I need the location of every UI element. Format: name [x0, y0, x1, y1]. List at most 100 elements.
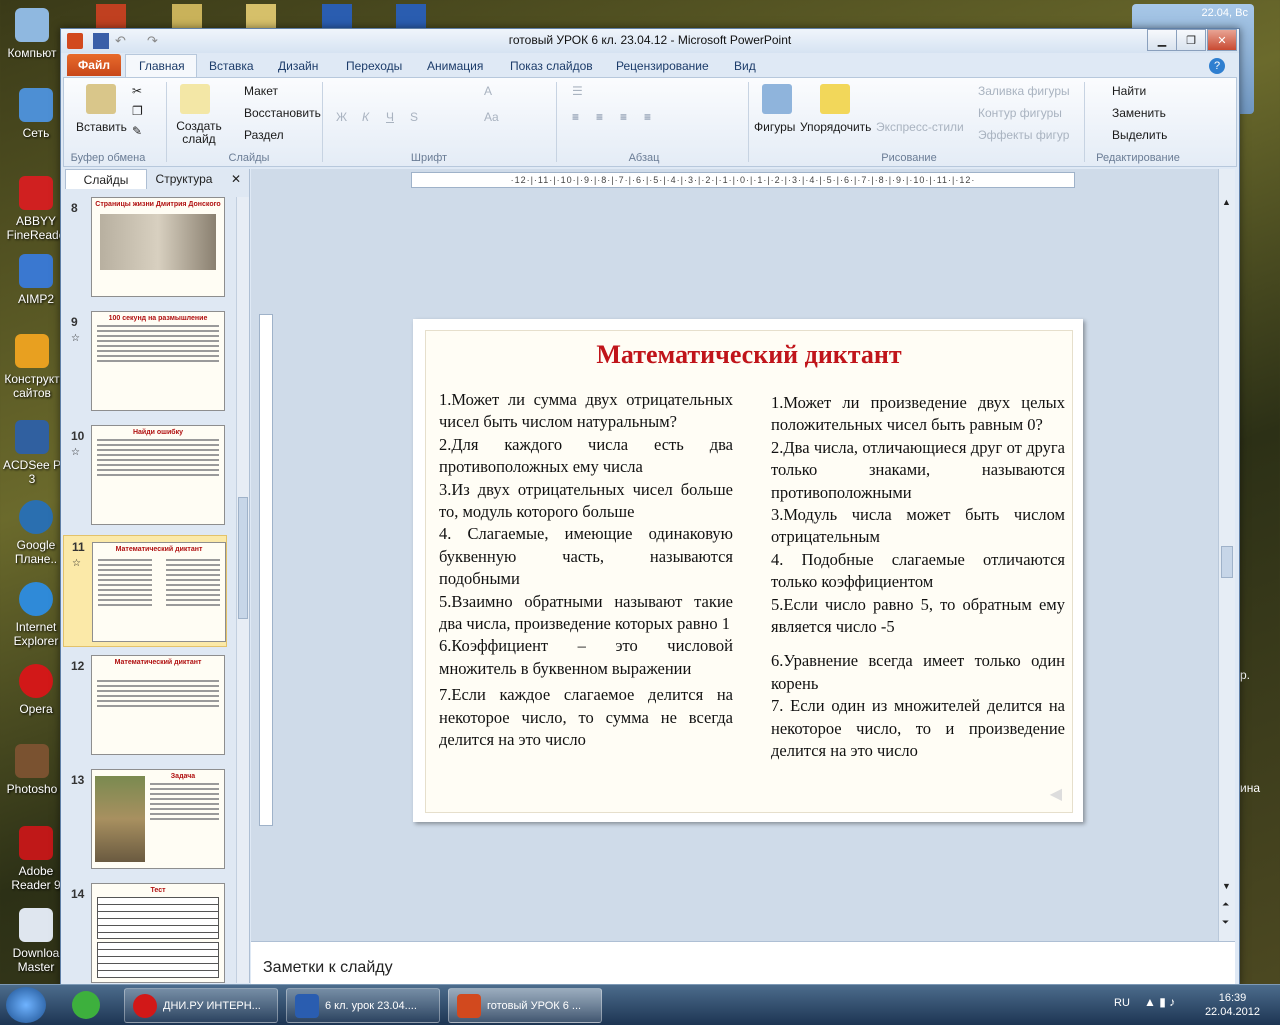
tab-home-label[interactable]: Главная — [139, 59, 185, 73]
shape-fill-button[interactable]: Заливка фигуры — [978, 84, 1070, 98]
arrange-icon[interactable] — [820, 84, 850, 114]
new-slide-icon[interactable] — [180, 84, 210, 114]
desktop-icon-network[interactable]: Сеть — [4, 88, 68, 140]
shape-outline-button[interactable]: Контур фигуры — [978, 106, 1062, 120]
format-painter-icon[interactable]: ✎ — [132, 124, 142, 138]
strikethrough-button[interactable]: S — [410, 110, 418, 124]
thumbnail-row[interactable]: 8 Страницы жизни Дмитрия Донского — [63, 197, 233, 307]
close-button[interactable]: ✕ — [1207, 29, 1237, 51]
slide-thumbnail[interactable]: Математический диктант — [92, 542, 226, 642]
slide-title[interactable]: Математический диктант — [426, 340, 1072, 370]
desktop-icon-opera[interactable]: Opera — [4, 664, 68, 716]
font-size-increase-icon[interactable]: A — [484, 84, 492, 98]
editor-scrollbar[interactable]: ▲ ▼ ⏶ ⏷ — [1218, 169, 1235, 941]
tray-icons[interactable]: ▲ ▮ ♪ — [1144, 995, 1175, 1009]
computer-icon — [15, 8, 49, 42]
sound-icon[interactable]: ◀ — [1050, 784, 1062, 804]
italic-button[interactable]: К — [362, 110, 369, 124]
quick-styles-button[interactable]: Экспресс-стили — [876, 120, 964, 134]
tab-design[interactable]: Дизайн — [278, 59, 318, 73]
tab-outline[interactable]: Структура — [147, 169, 221, 188]
desktop-icon-internet-explorer[interactable]: Internet Explorer — [4, 582, 68, 648]
section-button[interactable]: Раздел — [244, 128, 284, 142]
cut-icon[interactable]: ✂ — [132, 84, 142, 98]
tab-slides[interactable]: Слайды — [65, 169, 147, 189]
taskbar-item-word[interactable]: 6 кл. урок 23.04.... — [286, 988, 440, 1023]
desktop-icon-photoshop[interactable]: Photosho — [0, 744, 64, 796]
tab-insert[interactable]: Вставка — [209, 59, 254, 73]
close-pane-icon[interactable]: ✕ — [227, 169, 245, 188]
left-text-column[interactable]: 1.Может ли сумма двух отрицательных чисе… — [439, 389, 733, 752]
shapes-icon[interactable] — [762, 84, 792, 114]
desktop-icon-adobe-reader[interactable]: Adobe Reader 9 — [4, 826, 68, 892]
taskbar-item-opera[interactable]: ДНИ.РУ ИНТЕРН... — [124, 988, 278, 1023]
restore-button[interactable]: ❐ — [1176, 29, 1206, 51]
font-color-icon[interactable]: Aa — [484, 110, 499, 124]
desktop-icon-abbyy[interactable]: ABBYY FineReade — [4, 176, 68, 242]
shapes-button[interactable]: Фигуры — [754, 120, 795, 134]
underline-button[interactable]: Ч — [386, 110, 394, 124]
thumbnail-row[interactable]: 12 Математический диктант — [63, 655, 233, 765]
arrange-button[interactable]: Упорядочить — [800, 120, 871, 134]
slide-thumbnail[interactable]: Математический диктант — [91, 655, 225, 755]
font-name-dropdown[interactable] — [334, 84, 434, 100]
scroll-down-icon[interactable]: ▼ — [1222, 881, 1231, 891]
replace-button[interactable]: Заменить — [1112, 106, 1166, 120]
right-text-column[interactable]: 1.Может ли произведение двух целых полож… — [771, 392, 1065, 763]
align-right-icon[interactable]: ≡ — [620, 110, 627, 124]
thumbnail-row[interactable]: 9 ☆ 100 секунд на размышление — [63, 311, 233, 421]
thumbnail-scrollbar[interactable] — [236, 197, 249, 983]
desktop-icon-download-master[interactable]: Downloa Master — [4, 908, 68, 974]
thumbnail-row[interactable]: 13 Задача — [63, 769, 233, 879]
paste-icon[interactable] — [86, 84, 116, 114]
paste-button[interactable]: Вставить — [76, 120, 127, 134]
tab-review[interactable]: Рецензирование — [616, 59, 709, 73]
taskbar-item-powerpoint[interactable]: готовый УРОК 6 ... — [448, 988, 602, 1023]
tab-file[interactable]: Файл — [67, 54, 121, 76]
bullets-icon[interactable]: ☰ — [572, 84, 583, 98]
icq-icon[interactable] — [72, 991, 100, 1019]
scroll-thumb[interactable] — [238, 497, 248, 619]
bold-button[interactable]: Ж — [336, 110, 347, 124]
language-indicator[interactable]: RU — [1114, 997, 1130, 1009]
reset-button[interactable]: Восстановить — [244, 106, 321, 120]
scroll-up-icon[interactable]: ▲ — [1222, 197, 1231, 207]
align-left-icon[interactable]: ≡ — [572, 110, 579, 124]
notes-placeholder[interactable]: Заметки к слайду — [263, 959, 393, 977]
start-button[interactable] — [6, 987, 46, 1023]
help-icon[interactable]: ? — [1209, 58, 1225, 74]
slide-thumbnail[interactable]: Задача — [91, 769, 225, 869]
shape-effects-button[interactable]: Эффекты фигур — [978, 128, 1069, 142]
desktop-icon-aimp[interactable]: AIMP2 — [4, 254, 68, 306]
layout-button[interactable]: Макет — [244, 84, 278, 98]
desktop-icon-google-earth[interactable]: Google Плане.. — [4, 500, 68, 566]
select-button[interactable]: Выделить — [1112, 128, 1167, 142]
slide-thumbnail[interactable]: Найди ошибку — [91, 425, 225, 525]
slide-thumbnail[interactable]: Тест — [91, 883, 225, 983]
thumbnail-row[interactable]: 14 Тест — [63, 883, 233, 983]
slide-thumbnail[interactable]: Страницы жизни Дмитрия Донского — [91, 197, 225, 297]
new-slide-button[interactable]: Создать слайд — [174, 120, 224, 146]
system-clock[interactable]: 16:39 22.04.2012 — [1205, 991, 1260, 1019]
thumbnail-row[interactable]: 10 ☆ Найди ошибку — [63, 425, 233, 535]
thumbnail-row-selected[interactable]: 11 ☆ Математический диктант — [63, 535, 227, 647]
slide-canvas[interactable]: Математический диктант 1.Может ли сумма … — [413, 319, 1083, 822]
desktop-icon-site-builder[interactable]: Конструкт сайтов — [0, 334, 64, 400]
desktop-icon-acdsee[interactable]: ACDSee P 3 — [0, 420, 64, 486]
notes-pane[interactable]: Заметки к слайду — [251, 941, 1235, 984]
scroll-thumb[interactable] — [1221, 546, 1233, 578]
find-button[interactable]: Найти — [1112, 84, 1146, 98]
previous-slide-icon[interactable]: ⏶ — [1222, 899, 1229, 910]
justify-icon[interactable]: ≡ — [644, 110, 651, 124]
next-slide-icon[interactable]: ⏷ — [1222, 917, 1229, 928]
tab-transitions[interactable]: Переходы — [346, 59, 402, 73]
tab-slideshow[interactable]: Показ слайдов — [510, 59, 593, 73]
slide-thumbnail[interactable]: 100 секунд на размышление — [91, 311, 225, 411]
align-center-icon[interactable]: ≡ — [596, 110, 603, 124]
copy-icon[interactable]: ❐ — [132, 104, 143, 118]
tab-animation[interactable]: Анимация — [427, 59, 483, 73]
minimize-button[interactable]: ▁ — [1147, 29, 1177, 51]
desktop-icon-computer[interactable]: Компьют — [0, 8, 64, 60]
thumbnail-table — [97, 942, 219, 978]
tab-view[interactable]: Вид — [734, 59, 756, 73]
